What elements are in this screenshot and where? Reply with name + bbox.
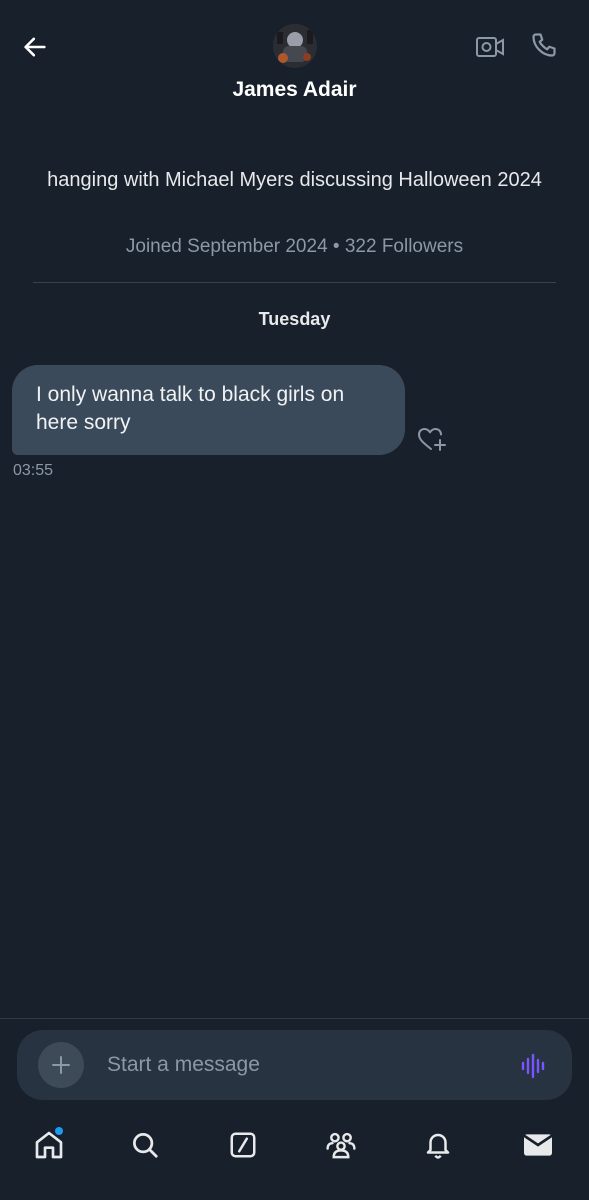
message-timestamp: 03:55	[13, 462, 54, 479]
arrow-left-icon	[24, 37, 46, 57]
voice-waveform-icon	[521, 1053, 545, 1079]
notifications-icon	[426, 1133, 450, 1159]
message-composer	[17, 1030, 572, 1100]
message-input[interactable]	[107, 1050, 487, 1080]
voice-call-button[interactable]	[527, 28, 561, 62]
nav-messages[interactable]	[518, 1125, 558, 1165]
grok-icon	[230, 1132, 256, 1158]
voice-message-button[interactable]	[517, 1051, 551, 1081]
add-reaction-button[interactable]	[415, 424, 449, 454]
contact-avatar[interactable]	[273, 24, 317, 68]
received-message-bubble[interactable]: I only wanna talk to black girls on here…	[12, 365, 405, 455]
back-button[interactable]	[18, 30, 52, 64]
add-attachment-button[interactable]	[38, 1042, 84, 1088]
messages-icon	[523, 1134, 553, 1156]
day-label: Tuesday	[258, 309, 331, 329]
plus-icon	[52, 1056, 70, 1074]
profile-meta: Joined September 2024 • 322 Followers	[125, 236, 464, 257]
nav-communities[interactable]	[321, 1125, 361, 1165]
communities-icon	[326, 1132, 356, 1159]
nav-grok[interactable]	[223, 1125, 263, 1165]
nav-notifications[interactable]	[418, 1125, 458, 1165]
nav-search[interactable]	[125, 1125, 165, 1165]
home-notification-dot	[55, 1127, 63, 1135]
phone-icon	[532, 33, 556, 57]
search-icon	[133, 1133, 158, 1158]
profile-bio: hanging with Michael Myers discussing Ha…	[47, 169, 542, 191]
heart-plus-icon	[418, 428, 446, 451]
video-call-button[interactable]	[473, 30, 507, 64]
video-camera-icon	[476, 37, 504, 57]
composer-divider	[0, 1018, 589, 1019]
dm-conversation-screen: James Adair hanging with Michael Myers d…	[0, 0, 589, 1200]
bottom-navigation	[0, 1112, 589, 1178]
contact-name[interactable]: James Adair	[0, 78, 589, 102]
profile-divider	[33, 282, 556, 283]
nav-home[interactable]	[29, 1125, 69, 1165]
conversation-header: James Adair	[0, 0, 589, 115]
